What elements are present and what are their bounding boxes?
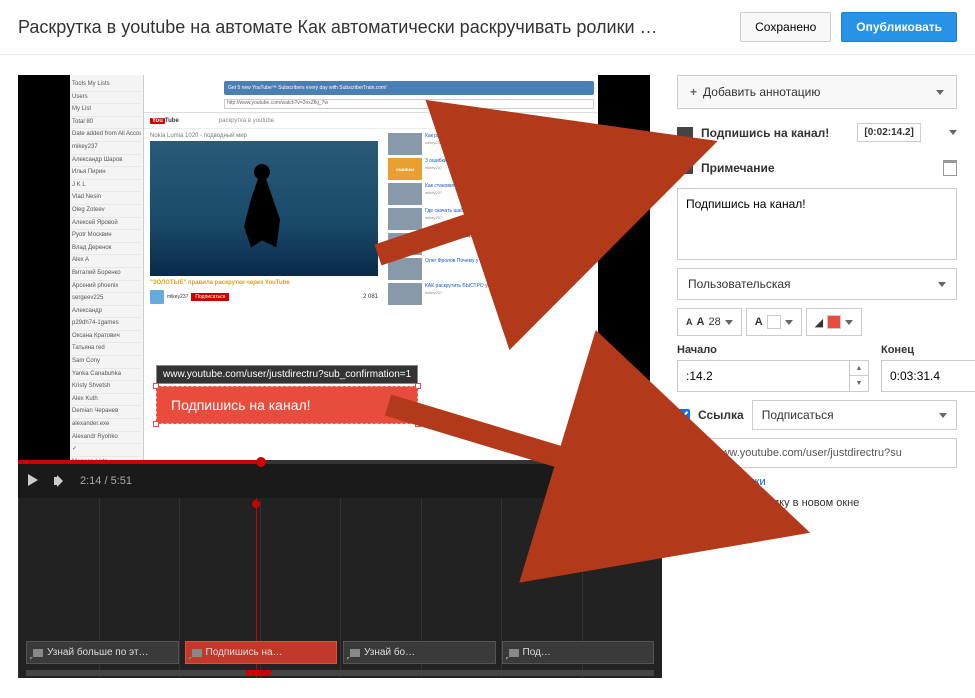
bg-color-select[interactable]: ◢ (806, 308, 862, 336)
trash-icon[interactable] (943, 160, 957, 176)
new-window-label: Открывать ссылку в новом окне (696, 497, 859, 509)
play-icon[interactable] (28, 474, 42, 488)
spinner-down-icon[interactable]: ▼ (850, 376, 868, 391)
check-link[interactable]: Проверка ссылки (677, 476, 957, 488)
link-label: Ссылка (698, 408, 744, 422)
volume-icon[interactable] (54, 474, 68, 488)
annotation-timeline[interactable]: Узнай больше по эт… Подпишись на…Узнай бо… (18, 498, 662, 678)
progress-bar[interactable] (18, 460, 662, 464)
paint-bucket-icon: ◢ (815, 316, 823, 329)
link-url-input[interactable] (677, 438, 957, 468)
style-select[interactable]: Пользовательская (677, 268, 957, 300)
note-label: Примечание (701, 161, 775, 175)
annotation-text-input[interactable] (677, 188, 957, 260)
publish-button[interactable]: Опубликовать (841, 12, 957, 42)
speech-bubble-icon (677, 127, 693, 139)
page-title: Раскрутка в youtube на автомате Как авто… (18, 17, 658, 38)
time-display: 2:14 / 5:51 (80, 475, 132, 487)
chevron-down-icon (936, 90, 944, 95)
end-time-input[interactable] (881, 360, 975, 392)
annotation-callout[interactable]: Подпишись на канал! (156, 386, 418, 424)
link-type-select[interactable]: Подписаться (752, 400, 957, 430)
new-window-checkbox[interactable] (677, 496, 690, 509)
timeline-clip[interactable]: Подпишись на… (185, 641, 338, 664)
speech-bubble-icon (677, 162, 693, 174)
add-annotation-button[interactable]: + Добавить аннотацию (677, 75, 957, 109)
annotation-url-tooltip: www.youtube.com/user/justdirectru?sub_co… (156, 365, 418, 384)
annotation-time-badge[interactable]: [0:02:14.2] (857, 123, 920, 142)
timeline-clip[interactable]: Под… (502, 641, 655, 664)
font-color-select[interactable]: A (746, 308, 802, 336)
video-player[interactable]: Tools My ListsUsersMy List Total 80 Date… (18, 75, 650, 460)
plus-icon: + (690, 85, 697, 99)
settings-icon[interactable] (638, 474, 652, 488)
timeline-clip[interactable]: Узнай бо… (343, 641, 496, 664)
link-checkbox[interactable] (677, 409, 690, 422)
timeline-clip[interactable]: Узнай больше по эт… (26, 641, 179, 664)
chevron-down-icon[interactable] (949, 130, 957, 135)
annotation-title: Подпишись на канал! (701, 126, 829, 140)
end-label: Конец (881, 344, 975, 356)
start-label: Начало (677, 344, 869, 356)
spinner-up-icon[interactable]: ▲ (850, 361, 868, 376)
saved-button[interactable]: Сохранено (740, 12, 831, 42)
cc-icon[interactable]: CC (605, 474, 626, 488)
font-size-select[interactable]: AA 28 (677, 308, 742, 336)
start-time-input[interactable] (677, 360, 850, 392)
player-controls: 2:14 / 5:51 CC (18, 464, 662, 498)
